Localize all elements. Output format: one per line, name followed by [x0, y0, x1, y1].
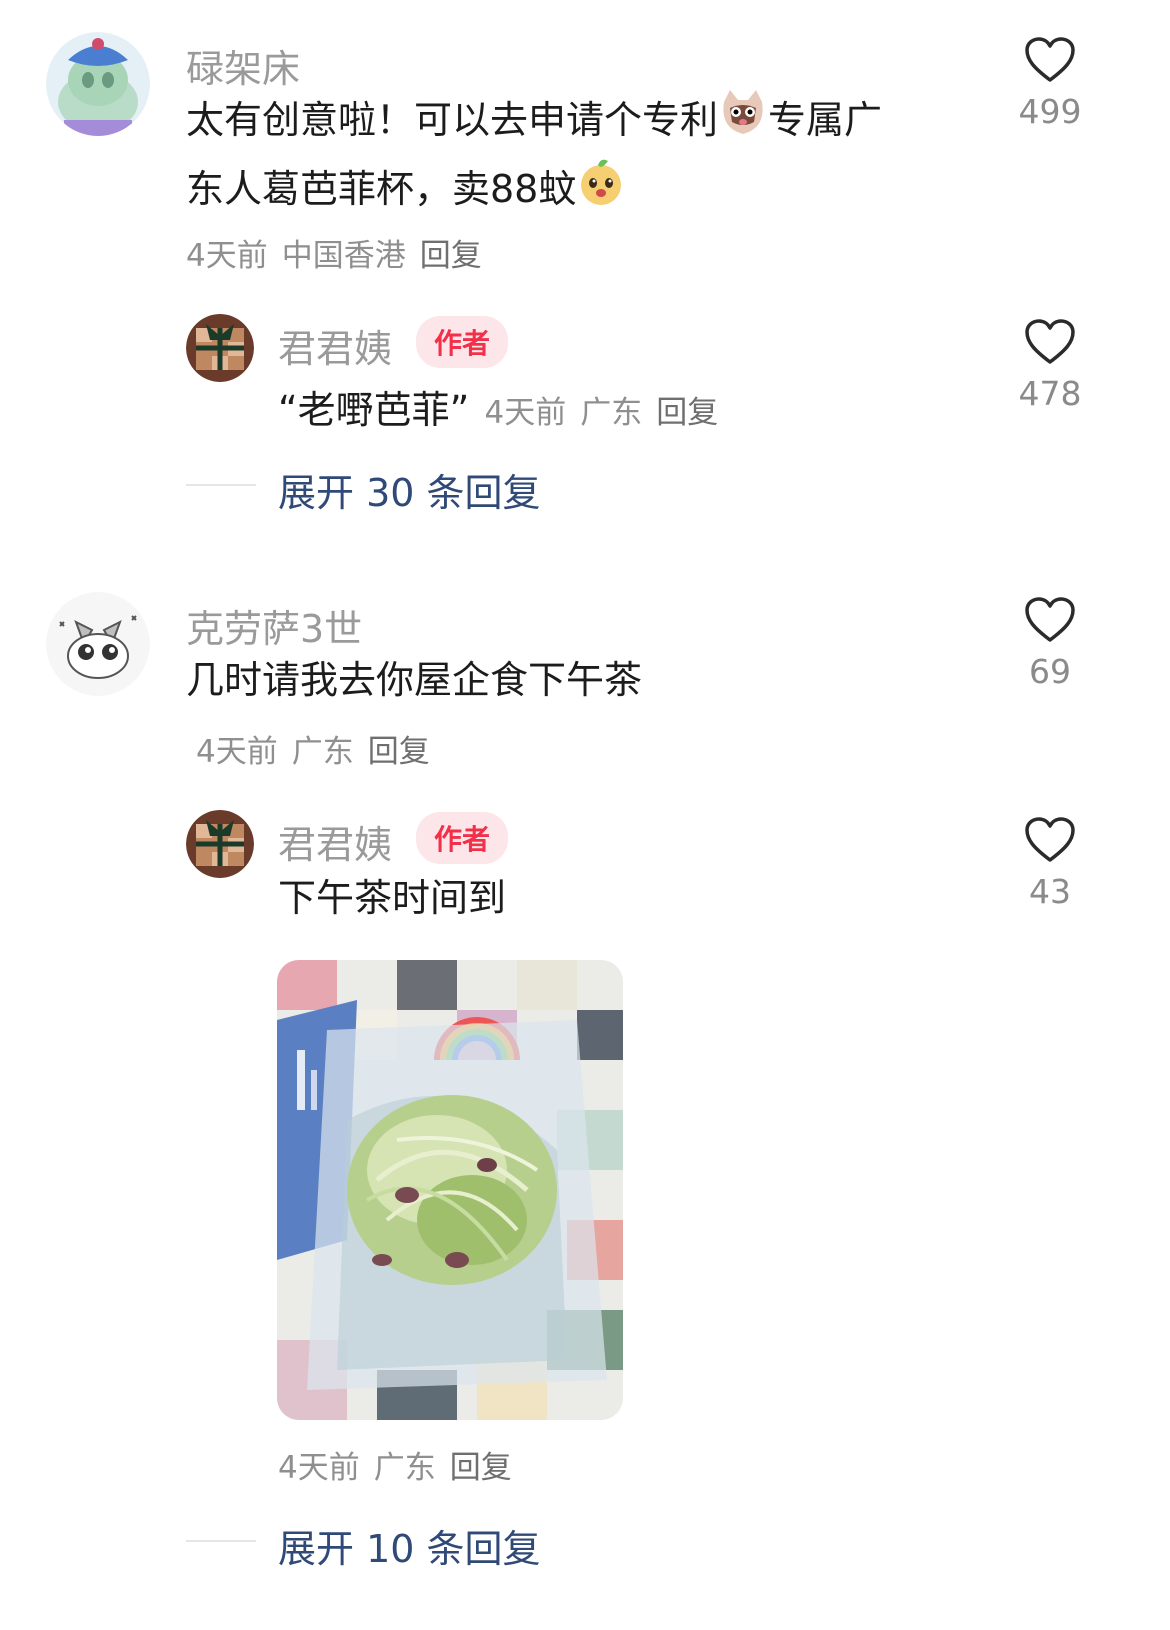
expand-replies-button[interactable]: 展开 10 条回复	[278, 1518, 541, 1573]
comment-time: 4天前	[196, 734, 278, 770]
comment-time: 4天前	[186, 238, 268, 274]
reply-photo[interactable]	[277, 960, 623, 1420]
comment-username[interactable]: 碌架床	[186, 38, 300, 93]
reply-time: 4天前	[484, 395, 567, 431]
like-count: 478	[1018, 374, 1082, 413]
comment-meta: 4天前 中国香港 回复	[186, 230, 496, 275]
reply-meta: 4天前 广东 回复	[278, 1442, 526, 1487]
comment-location: 中国香港	[281, 238, 406, 274]
heart-outline-icon	[990, 816, 1110, 864]
reply-row: “老嘢芭菲” 4天前 广东 回复	[278, 378, 732, 442]
comment-text-part: 太有创意啦！可以去申请个专利	[186, 98, 719, 142]
comment-location: 广东	[291, 734, 354, 770]
comment-meta: 4天前 广东 回复	[196, 726, 444, 771]
face-emoji-icon	[576, 157, 626, 226]
reply-meta: 4天前 广东 回复	[484, 395, 732, 431]
like-count: 69	[1029, 652, 1071, 691]
like-count: 43	[1029, 872, 1071, 911]
heart-outline-icon	[990, 318, 1110, 366]
like-button[interactable]: 499	[990, 36, 1110, 131]
avatar[interactable]	[46, 32, 150, 136]
reply-button[interactable]: 回复	[368, 734, 430, 770]
like-count: 499	[1018, 92, 1082, 131]
heart-outline-icon	[990, 596, 1110, 644]
comment-text-part: 专属广	[768, 98, 883, 142]
reply-text: 下午茶时间到	[278, 876, 507, 920]
author-badge: 作者	[416, 812, 509, 864]
like-button[interactable]: 43	[990, 816, 1110, 911]
reply-username[interactable]: 君君姨	[278, 318, 392, 373]
comment-text: 太有创意啦！可以去申请个专利 专属广 东人葛芭菲杯，卖88蚊	[186, 88, 966, 226]
reply-username[interactable]: 君君姨	[278, 814, 392, 869]
reply-button[interactable]: 回复	[420, 238, 482, 274]
comment-text: 几时请我去你屋企食下午茶	[186, 658, 643, 702]
divider	[186, 1540, 256, 1542]
divider	[186, 484, 256, 486]
like-button[interactable]: 69	[990, 596, 1110, 691]
reply-button[interactable]: 回复	[450, 1450, 512, 1486]
avatar[interactable]	[186, 314, 254, 382]
reply-text: “老嘢芭菲”	[278, 388, 470, 432]
like-button[interactable]: 478	[990, 318, 1110, 413]
comment-text-part: 东人葛芭菲杯，卖88蚊	[186, 167, 577, 211]
reply-time: 4天前	[278, 1450, 360, 1486]
reply-location: 广东	[580, 395, 643, 431]
reply-location: 广东	[373, 1450, 436, 1486]
cat-emoji-icon	[718, 88, 768, 157]
heart-outline-icon	[990, 36, 1110, 84]
avatar[interactable]	[46, 592, 150, 696]
reply-button[interactable]: 回复	[656, 395, 718, 431]
comment-username[interactable]: 克劳萨3世	[186, 598, 362, 653]
avatar[interactable]	[186, 810, 254, 878]
author-badge: 作者	[416, 316, 509, 368]
expand-replies-button[interactable]: 展开 30 条回复	[278, 462, 541, 517]
